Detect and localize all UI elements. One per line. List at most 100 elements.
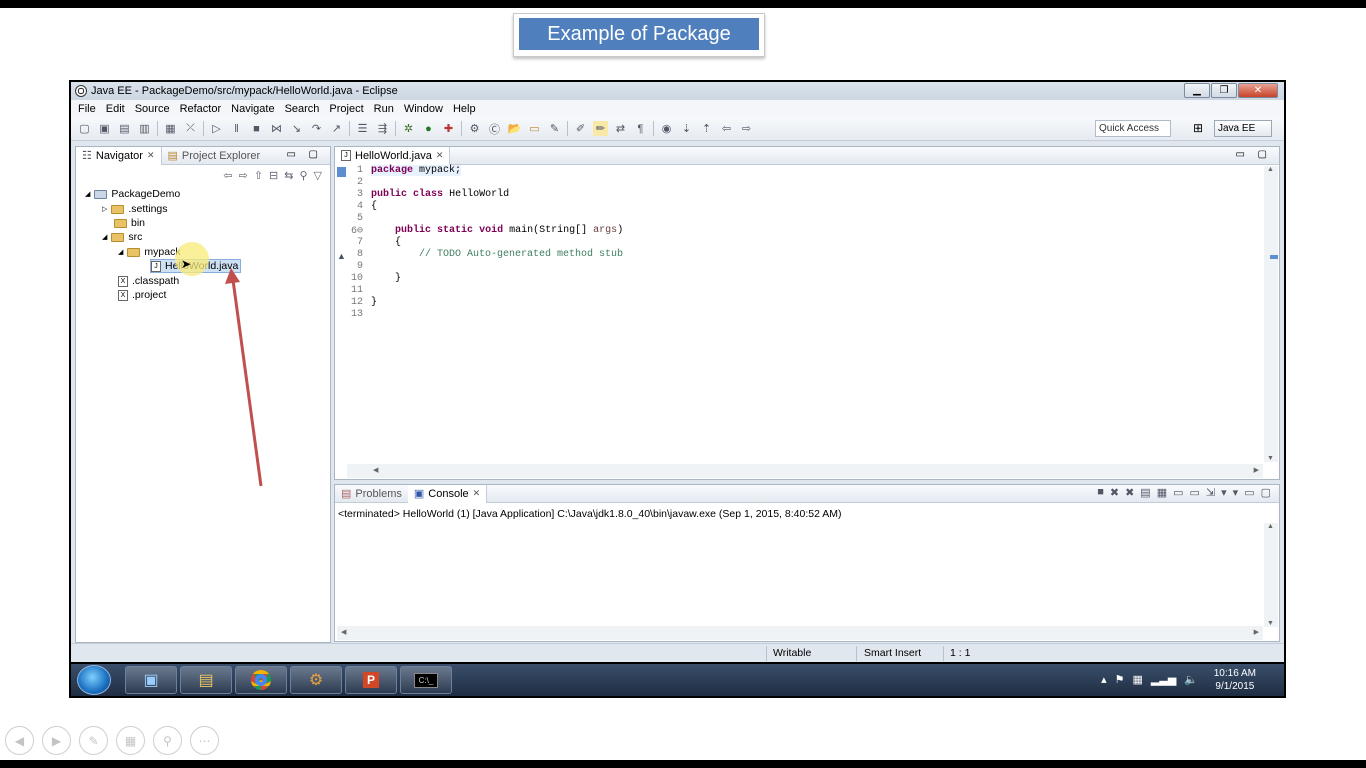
taskbar-library-app[interactable]: ▤ xyxy=(180,666,232,694)
menu-search[interactable]: Search xyxy=(285,103,320,115)
minimize-button[interactable]: ▁ xyxy=(1184,83,1210,98)
volume-icon[interactable]: 🔈 xyxy=(1184,673,1198,686)
view-menu-icon[interactable]: ▽ xyxy=(314,169,322,182)
tab-problems[interactable]: ▤ Problems xyxy=(335,485,408,503)
open-perspective-icon[interactable]: ⊞ xyxy=(1193,121,1203,135)
binary-icon[interactable]: ▦ xyxy=(163,121,178,136)
save-all-icon[interactable]: ▤ xyxy=(117,121,132,136)
display-console-icon[interactable]: ▾ xyxy=(1221,486,1227,499)
taskbar-powerpoint-app[interactable]: P xyxy=(345,666,397,694)
menu-file[interactable]: File xyxy=(78,103,96,115)
tab-project-explorer[interactable]: ▤ Project Explorer xyxy=(162,147,267,165)
scroll-lock-icon[interactable]: ▦ xyxy=(1157,486,1167,499)
skip-breakpoints-icon[interactable]: ⤫ xyxy=(183,121,198,136)
open-type-icon[interactable]: 📂 xyxy=(507,121,522,136)
print-icon[interactable]: ▥ xyxy=(137,121,152,136)
more-options-icon[interactable]: ⋯ xyxy=(190,726,219,755)
console-horizontal-scrollbar[interactable]: ◀ ▶ xyxy=(337,626,1263,640)
tab-navigator[interactable]: ☷ Navigator ✕ xyxy=(76,146,162,165)
back-icon[interactable]: ⇦ xyxy=(223,169,232,182)
maximize-icon[interactable]: ▢ xyxy=(309,149,318,160)
menu-source[interactable]: Source xyxy=(135,103,170,115)
tree-item-bin[interactable]: bin xyxy=(114,216,145,230)
see-all-slides-icon[interactable]: ▦ xyxy=(116,726,145,755)
maximize-icon[interactable]: ▢ xyxy=(1261,486,1271,499)
resume-icon[interactable]: ▷ xyxy=(209,121,224,136)
console-vertical-scrollbar[interactable]: ▲ ▼ xyxy=(1264,523,1278,627)
zoom-icon[interactable]: ⚲ xyxy=(153,726,182,755)
tree-item-project-file[interactable]: X .project xyxy=(118,288,166,302)
tree-item-classpath[interactable]: X .classpath xyxy=(118,274,179,288)
new-server-icon[interactable]: ⚙ xyxy=(467,121,482,136)
show-stderr-icon[interactable]: ▭ xyxy=(1190,486,1200,499)
step-into-icon[interactable]: ↘ xyxy=(289,121,304,136)
globe-icon[interactable]: ◉ xyxy=(659,121,674,136)
remove-all-icon[interactable]: ✖ xyxy=(1125,486,1134,499)
disconnect-icon[interactable]: ⋈ xyxy=(269,121,284,136)
show-whitespace-icon[interactable]: ¶ xyxy=(633,121,648,136)
taskbar-eclipse-app[interactable]: ⚙ xyxy=(290,666,342,694)
tree-item-mypack[interactable]: ◢ mypack xyxy=(118,245,181,259)
close-button[interactable]: ✕ xyxy=(1238,83,1278,98)
perspective-java-ee[interactable]: Java EE xyxy=(1214,120,1272,137)
filter-icon[interactable]: ⚲ xyxy=(299,169,307,182)
clock[interactable]: 10:16 AM 9/1/2015 xyxy=(1214,667,1256,693)
editor-vertical-scrollbar[interactable]: ▲ ▼ xyxy=(1264,166,1278,462)
tree-item-src[interactable]: ◢ src xyxy=(102,230,142,244)
search-icon[interactable]: ✎ xyxy=(547,121,562,136)
terminate-icon[interactable]: ■ xyxy=(249,121,264,136)
new-class-icon[interactable]: Ⓒ xyxy=(487,121,502,136)
tab-helloworld-java[interactable]: J HelloWorld.java ✕ xyxy=(335,146,451,165)
network-icon[interactable]: ▦ xyxy=(1133,673,1143,686)
start-button[interactable] xyxy=(77,665,111,695)
taskbar-explorer-app[interactable]: ▣ xyxy=(125,666,177,694)
block-selection-icon[interactable]: ⇄ xyxy=(613,121,628,136)
clear-console-icon[interactable]: ▤ xyxy=(1140,486,1150,499)
menu-project[interactable]: Project xyxy=(329,103,363,115)
pin-console-icon[interactable]: ⇲ xyxy=(1206,486,1215,499)
drop-frame-icon[interactable]: ☰ xyxy=(355,121,370,136)
close-icon[interactable]: ✕ xyxy=(473,488,481,499)
terminate-icon[interactable]: ■ xyxy=(1097,486,1104,499)
show-stdout-icon[interactable]: ▭ xyxy=(1173,486,1183,499)
remove-launch-icon[interactable]: ✖ xyxy=(1110,486,1119,499)
taskbar-chrome-app[interactable] xyxy=(235,666,287,694)
menu-navigate[interactable]: Navigate xyxy=(231,103,274,115)
previous-annotation-icon[interactable]: ⇡ xyxy=(699,121,714,136)
up-icon[interactable]: ⇧ xyxy=(254,169,263,182)
next-slide-icon[interactable]: ▶ xyxy=(42,726,71,755)
annotation-icon[interactable]: ✐ xyxy=(573,121,588,136)
tree-item-settings[interactable]: ▷ .settings xyxy=(102,202,168,216)
flag-icon[interactable]: ⚑ xyxy=(1115,673,1125,686)
maximize-icon[interactable]: ▢ xyxy=(1258,149,1267,160)
menu-help[interactable]: Help xyxy=(453,103,476,115)
close-icon[interactable]: ✕ xyxy=(147,150,155,161)
minimize-icon[interactable]: ▭ xyxy=(287,149,296,160)
menu-refactor[interactable]: Refactor xyxy=(180,103,222,115)
external-tools-icon[interactable]: ✚ xyxy=(441,121,456,136)
mark-occurrences-icon[interactable]: ✏ xyxy=(593,121,608,136)
signal-icon[interactable]: ▂▃▅ xyxy=(1151,673,1176,686)
open-console-icon[interactable]: ▾ xyxy=(1233,486,1239,499)
forward-icon[interactable]: ⇨ xyxy=(239,169,248,182)
tree-item-project[interactable]: ◢ PackageDemo xyxy=(85,187,180,201)
use-step-filters-icon[interactable]: ⇶ xyxy=(375,121,390,136)
step-return-icon[interactable]: ↗ xyxy=(329,121,344,136)
step-over-icon[interactable]: ↷ xyxy=(309,121,324,136)
close-icon[interactable]: ✕ xyxy=(436,150,444,161)
new-icon[interactable]: ▢ xyxy=(77,121,92,136)
next-annotation-icon[interactable]: ⇣ xyxy=(679,121,694,136)
show-hidden-icons-icon[interactable]: ▴ xyxy=(1101,673,1107,686)
minimize-icon[interactable]: ▭ xyxy=(1244,486,1254,499)
back-icon[interactable]: ⇦ xyxy=(719,121,734,136)
taskbar-cmd-app[interactable]: C:\_ xyxy=(400,666,452,694)
forward-icon[interactable]: ⇨ xyxy=(739,121,754,136)
menu-window[interactable]: Window xyxy=(404,103,443,115)
pen-icon[interactable]: ✎ xyxy=(79,726,108,755)
suspend-icon[interactable]: ‖ xyxy=(229,121,244,136)
collapse-all-icon[interactable]: ⊟ xyxy=(269,169,278,182)
run-icon[interactable]: ● xyxy=(421,121,436,136)
minimize-icon[interactable]: ▭ xyxy=(1236,149,1245,160)
editor-horizontal-scrollbar[interactable]: ◀ ▶ xyxy=(347,464,1263,478)
menu-run[interactable]: Run xyxy=(374,103,394,115)
